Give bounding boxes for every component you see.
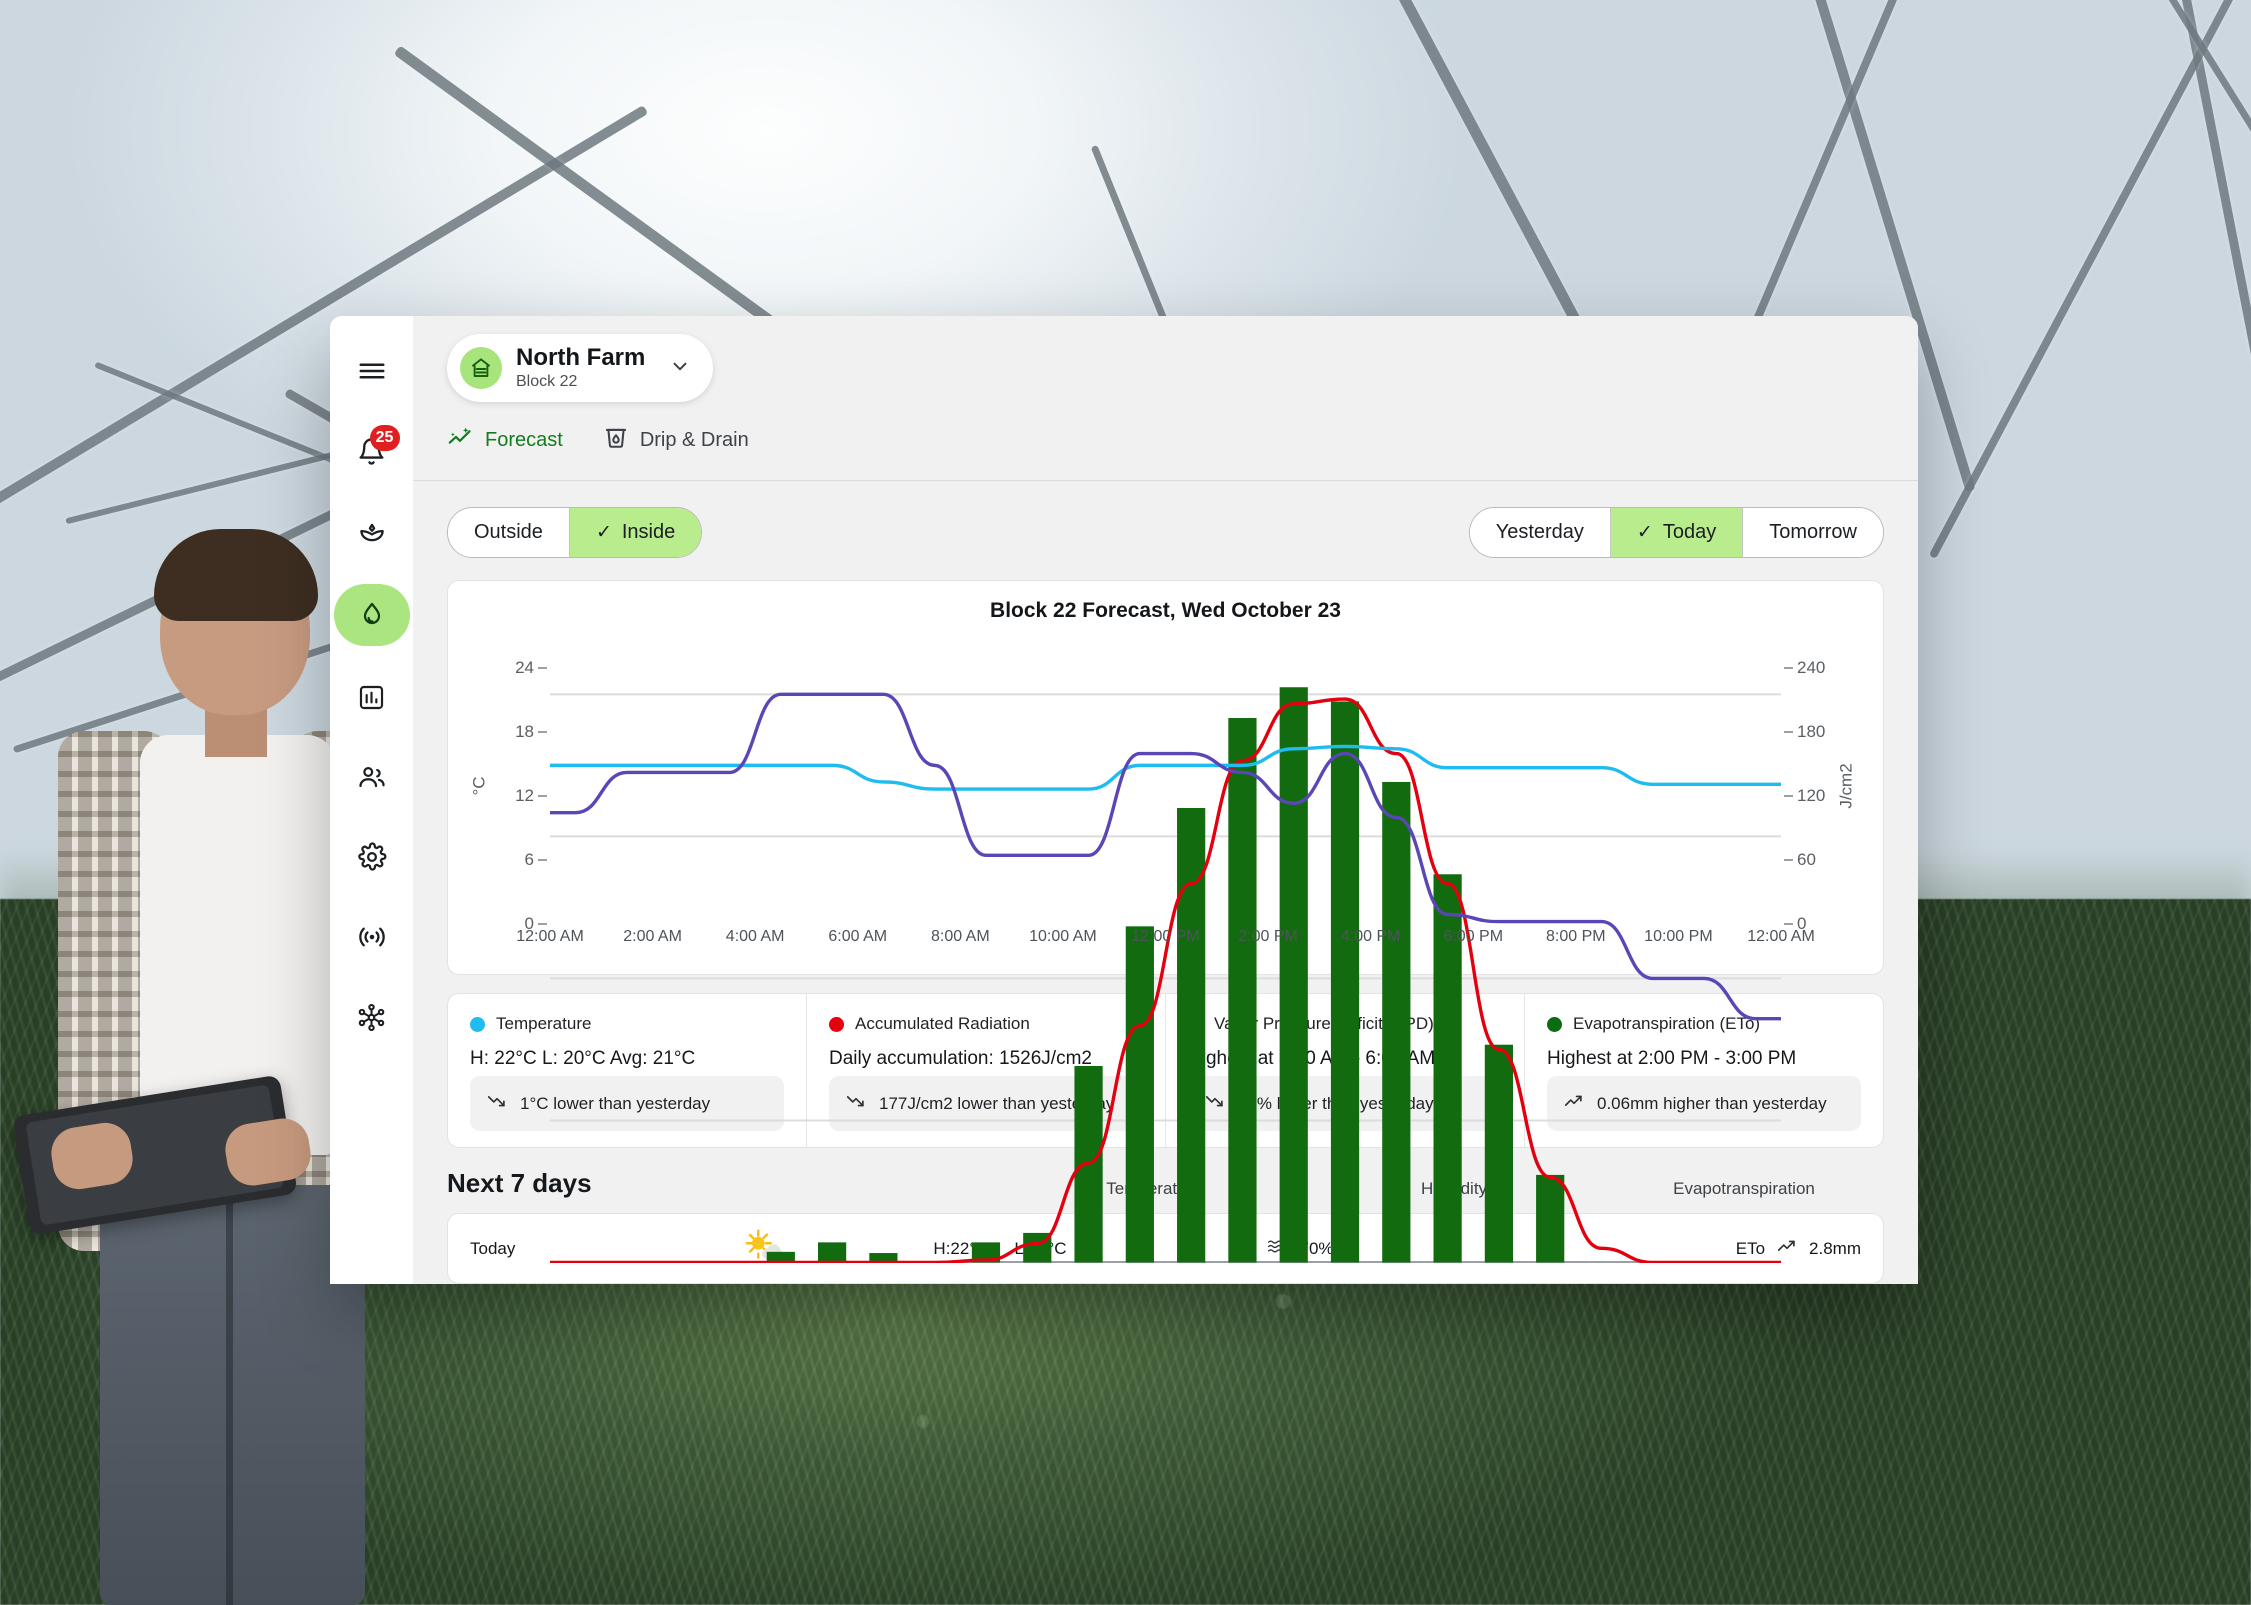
chart-plot-area: °C 0 6 12 18 24 J/cm2 0 60 120 180 240 12:00 AM 2… [464, 629, 1867, 1263]
y-tick-dash [538, 795, 547, 798]
toggle-inside[interactable]: ✓ Inside [569, 508, 702, 558]
main-content: North Farm Block 22 Forecast Drip & Drai… [413, 316, 1918, 1284]
farm-name: North Farm [516, 344, 646, 371]
trend-down-icon [486, 1090, 508, 1117]
y-tick-left: 12 [515, 786, 534, 806]
y-tick-dash [1784, 795, 1793, 798]
sidebar-item-crops[interactable] [342, 504, 402, 562]
toggle-today[interactable]: ✓ Today [1610, 508, 1744, 558]
toggle-inside-label: Inside [621, 521, 676, 544]
sidebar-item-team[interactable] [342, 748, 402, 806]
sidebar-item-network[interactable] [342, 988, 402, 1046]
tab-forecast[interactable]: Forecast [447, 424, 563, 468]
y-axis-left: °C 0 6 12 18 24 [464, 647, 550, 933]
y-axis-left-unit: °C [469, 776, 489, 796]
bar-chart-icon [357, 683, 386, 712]
sidebar-item-analytics[interactable] [342, 668, 402, 726]
tab-bar: Forecast Drip & Drain [413, 408, 1918, 482]
toggle-tomorrow[interactable]: Tomorrow [1743, 508, 1883, 558]
toggle-today-label: Today [1662, 521, 1717, 544]
location-toggle: Outside ✓ Inside [447, 507, 703, 559]
x-tick-label: 4:00 AM [725, 928, 785, 946]
block-name: Block 22 [516, 372, 578, 390]
check-icon: ✓ [595, 522, 612, 544]
y-tick-dash [1784, 667, 1793, 670]
gear-icon [357, 842, 387, 872]
app-window: 25 North Farm Block 22 Forecast Drip & D… [330, 316, 1918, 1284]
x-tick-label: 6:00 PM [1443, 928, 1504, 946]
tab-forecast-label: Forecast [485, 429, 563, 452]
x-tick-label: 4:00 PM [1340, 928, 1401, 946]
toggle-yesterday-label: Yesterday [1495, 521, 1584, 544]
sidebar-item-settings[interactable] [342, 828, 402, 886]
y-tick-left: 6 [524, 850, 534, 870]
x-tick-label: 8:00 AM [930, 928, 990, 946]
y-tick-right: 60 [1797, 850, 1816, 870]
eto-value: 2.8mm [1809, 1238, 1861, 1258]
plant-icon [357, 518, 387, 548]
x-tick-label: 12:00 AM [1747, 928, 1815, 946]
people-icon [357, 762, 387, 792]
sidebar-item-irrigation[interactable] [333, 584, 410, 646]
chart-title: Block 22 Forecast, Wed October 23 [990, 599, 1341, 623]
sidebar-item-sensors[interactable] [342, 908, 402, 966]
y-tick-dash [1784, 859, 1793, 862]
x-tick-label: 10:00 PM [1644, 928, 1713, 946]
x-tick-label: 8:00 PM [1546, 928, 1606, 946]
trend-sparkle-icon [447, 424, 474, 457]
farm-house-icon [460, 347, 502, 390]
y-tick-dash [538, 923, 547, 926]
series-color-dot [470, 1016, 485, 1032]
broadcast-icon [356, 921, 388, 953]
check-icon: ✓ [1636, 522, 1653, 544]
sidebar: 25 [330, 316, 413, 1284]
x-tick-label: 12:00 AM [516, 928, 584, 946]
sidebar-item-notifications[interactable]: 25 [342, 422, 402, 480]
x-tick-label: 2:00 PM [1238, 928, 1298, 946]
y-tick-dash [538, 667, 547, 670]
notification-badge: 25 [369, 425, 400, 451]
water-drop-icon [357, 600, 387, 630]
x-tick-label: 2:00 AM [623, 928, 682, 946]
y-tick-dash [538, 731, 547, 734]
y-tick-left: 18 [515, 722, 534, 742]
x-tick-label: 12:00 PM [1131, 928, 1200, 946]
day-toggle: Yesterday ✓ Today Tomorrow [1468, 507, 1884, 559]
forecast-chart-card: Block 22 Forecast, Wed October 23 °C 061… [447, 580, 1884, 1263]
toggle-outside-label: Outside [474, 521, 543, 544]
x-tick-label: 10:00 AM [1029, 928, 1097, 946]
toggle-yesterday[interactable]: Yesterday [1469, 508, 1611, 558]
tab-drip-drain-label: Drip & Drain [639, 428, 749, 451]
x-tick-label: 6:00 AM [828, 928, 888, 946]
y-tick-left: 24 [515, 658, 534, 678]
y-axis-right-unit: J/cm2 [1836, 762, 1856, 809]
y-axis-right: J/cm2 0 60 120 180 240 [1781, 647, 1867, 933]
farm-selector[interactable]: North Farm Block 22 [447, 334, 714, 403]
toggle-outside[interactable]: Outside [448, 508, 570, 558]
drip-cup-icon [603, 424, 629, 456]
y-tick-right: 240 [1797, 658, 1826, 678]
chevron-down-icon[interactable] [669, 355, 691, 382]
x-axis-labels: 12:00 AM 2:00 AM 4:00 AM 6:00 AM 8:00 AM 10:0… [516, 928, 1815, 958]
nodes-icon [356, 1002, 387, 1033]
filters-row: Outside ✓ Inside Yesterday ✓ Today Tomor… [413, 481, 1918, 559]
y-tick-dash [1784, 923, 1793, 926]
sidebar-item-menu[interactable] [342, 342, 402, 400]
toggle-tomorrow-label: Tomorrow [1769, 521, 1857, 544]
y-tick-right: 120 [1797, 786, 1826, 806]
y-tick-right: 180 [1797, 722, 1826, 742]
topbar: North Farm Block 22 [413, 316, 1918, 403]
y-tick-dash [1784, 731, 1793, 734]
tab-drip-drain[interactable]: Drip & Drain [603, 424, 749, 467]
y-tick-dash [538, 859, 547, 862]
hamburger-icon [357, 356, 387, 386]
